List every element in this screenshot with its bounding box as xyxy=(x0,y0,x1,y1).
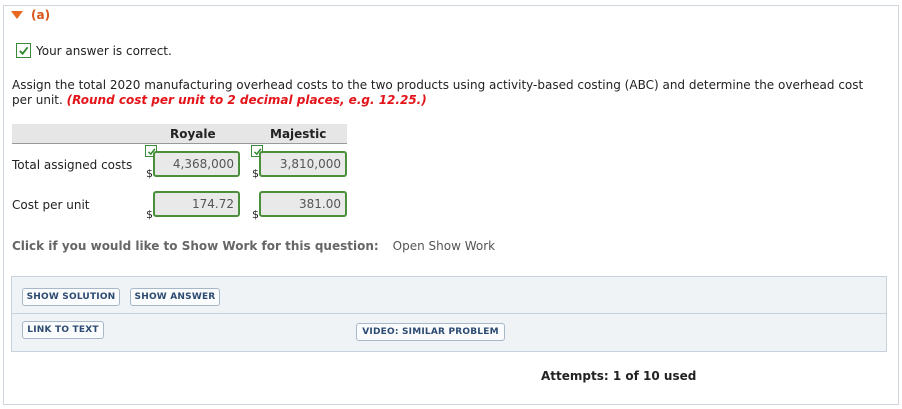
attempts-counter: Attempts: 1 of 10 used xyxy=(541,369,697,383)
video-similar-problem-button[interactable]: VIDEO: SIMILAR PROBLEM xyxy=(356,323,505,341)
majestic-cost-per-unit-input[interactable]: 381.00 xyxy=(259,191,347,217)
currency-symbol: $ xyxy=(146,167,153,180)
show-answer-button[interactable]: SHOW ANSWER xyxy=(130,288,220,306)
question-text: Assign the total 2020 manufacturing over… xyxy=(12,78,882,108)
majestic-total-assigned-costs-input[interactable]: 3,810,000 xyxy=(259,151,347,177)
table-header: Royale Majestic xyxy=(12,124,347,144)
status-message: Your answer is correct. xyxy=(36,43,172,58)
link-to-text-button[interactable]: LINK TO TEXT xyxy=(22,321,104,339)
row-label-cost-per-unit: Cost per unit xyxy=(12,198,90,212)
show-solution-button[interactable]: SHOW SOLUTION xyxy=(22,288,120,306)
collapse-triangle-icon[interactable] xyxy=(11,11,23,19)
show-work-prompt: Click if you would like to Show Work for… xyxy=(12,239,379,253)
royale-total-assigned-costs-input[interactable]: 4,368,000 xyxy=(153,151,240,177)
column-header-majestic: Majestic xyxy=(270,127,327,141)
currency-symbol: $ xyxy=(252,208,259,221)
part-label: (a) xyxy=(31,8,51,22)
show-work-row: Click if you would like to Show Work for… xyxy=(12,239,495,253)
panel-divider xyxy=(11,313,887,314)
check-icon xyxy=(16,43,31,58)
currency-symbol: $ xyxy=(146,208,153,221)
open-show-work-link[interactable]: Open Show Work xyxy=(393,239,495,253)
currency-symbol: $ xyxy=(252,167,259,180)
part-header[interactable]: (a) xyxy=(11,8,50,22)
row-label-total-assigned-costs: Total assigned costs xyxy=(12,158,133,172)
column-header-royale: Royale xyxy=(170,127,216,141)
rounding-hint: (Round cost per unit to 2 decimal places… xyxy=(66,93,427,107)
correct-status: Your answer is correct. xyxy=(16,43,172,58)
royale-cost-per-unit-input[interactable]: 174.72 xyxy=(153,191,240,217)
